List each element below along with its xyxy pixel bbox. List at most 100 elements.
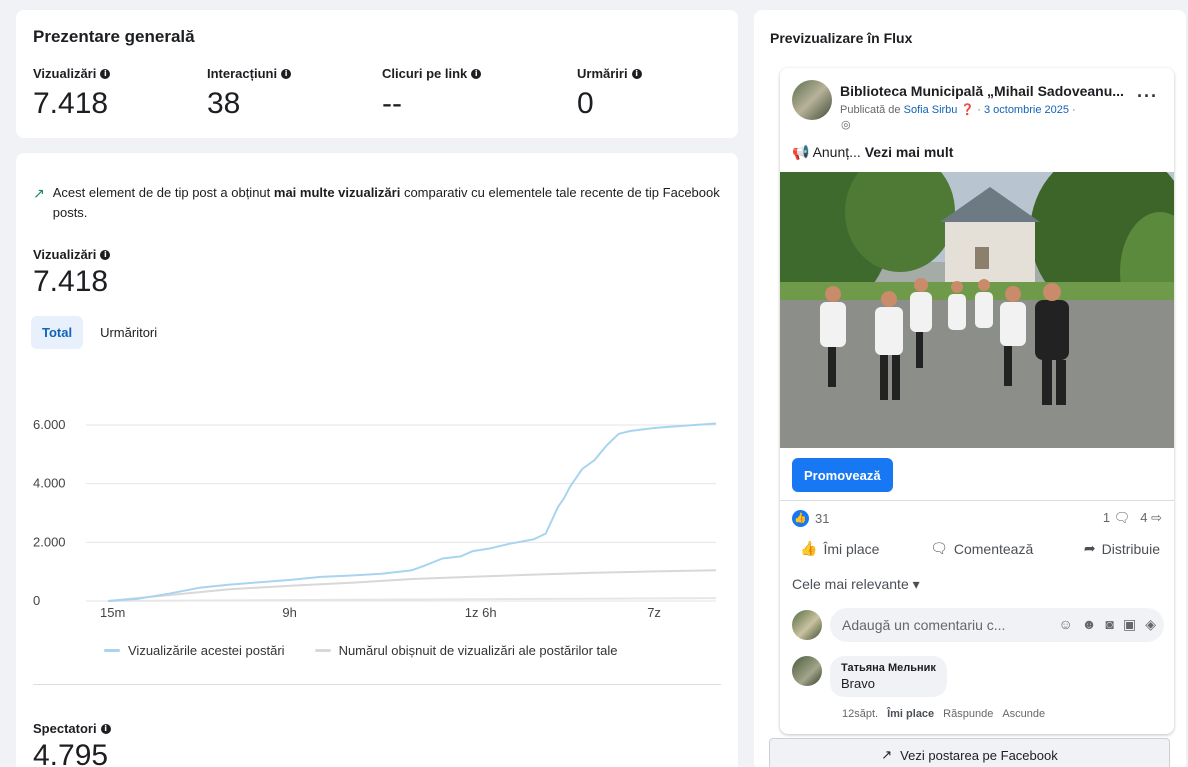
comment-placeholder: Adaugă un comentariu c... xyxy=(842,617,1006,633)
external-link-icon: ↗ xyxy=(881,747,893,762)
promote-button[interactable]: Promovează xyxy=(792,458,893,492)
insight-message: ↗ Acest element de de tip post a obținut… xyxy=(33,183,723,223)
insight-text-pre: Acest element de de tip post a obținut xyxy=(52,185,271,200)
views-line-chart: 0 2.000 4.000 6.000 15m 9h 1z 6h 7z xyxy=(33,417,717,620)
page-name[interactable]: Biblioteca Municipală „Mihail Sadoveanu.… xyxy=(840,83,1130,99)
spectators-value: 4.795 xyxy=(33,739,109,767)
comment-label: Comentează xyxy=(953,540,1034,557)
y-tick-label: 4.000 xyxy=(33,476,66,491)
post-date-link[interactable]: 3 octombrie 2025 xyxy=(984,104,1069,116)
share-count-icon: ⇨ xyxy=(1151,510,1162,525)
comment-tools: ☺ ☻ ◙ ▣ ◈ xyxy=(1058,616,1156,633)
commenter-name[interactable]: Татьяна Мельник xyxy=(841,662,936,674)
info-icon[interactable]: i xyxy=(281,68,292,79)
comment-action[interactable]: 🗨 Comentează xyxy=(930,540,1033,557)
x-tick-label: 9h xyxy=(282,605,296,620)
comment-meta: 12săpt. Îmi place Răspunde Ascunde xyxy=(842,708,1045,720)
comment-time[interactable]: 12săpt. xyxy=(842,708,878,720)
globe-icon: ◎ xyxy=(841,119,851,131)
overview-card: Prezentare generală Vizualizări i 7.418 I… xyxy=(16,10,738,138)
comment-count: 1 xyxy=(1102,510,1111,525)
post-divider xyxy=(780,500,1174,501)
comment-text: Bravo xyxy=(841,676,875,691)
like-action[interactable]: 👍 Îmi place xyxy=(800,540,879,557)
info-icon[interactable]: i xyxy=(631,68,642,79)
x-tick-label: 15m xyxy=(100,605,125,620)
comment-like-link[interactable]: Îmi place xyxy=(887,708,934,720)
help-icon[interactable]: ❓ xyxy=(960,104,974,116)
avatar-sticker-icon[interactable]: ☺ xyxy=(1058,616,1072,633)
legend-label: Numărul obișnuit de vizualizări ale post… xyxy=(338,643,618,658)
post-photo[interactable] xyxy=(780,172,1174,448)
emoji-icon[interactable]: ☻ xyxy=(1082,616,1097,633)
tab-total[interactable]: Total xyxy=(31,316,84,349)
comment-count-link[interactable]: 1 🗨 xyxy=(1103,510,1130,526)
metric-label: Vizualizări xyxy=(33,66,97,81)
x-tick-label: 1z 6h xyxy=(465,605,497,620)
more-options-icon[interactable]: ··· xyxy=(1137,86,1158,107)
photo-image xyxy=(780,172,1174,448)
metric-value: 0 xyxy=(577,87,594,120)
share-arrow-icon: ➦ xyxy=(1083,540,1096,556)
reactions-summary[interactable]: 👍 31 xyxy=(792,510,829,527)
views-chart-card: ↗ Acest element de de tip post a obținut… xyxy=(16,153,738,767)
comment-sort-dropdown[interactable]: Cele mai relevante ▾ xyxy=(792,576,920,593)
metric-views: Vizualizări i 7.418 xyxy=(33,66,111,121)
info-icon[interactable]: i xyxy=(100,68,111,79)
my-avatar[interactable] xyxy=(792,610,822,640)
comment-input[interactable]: Adaugă un comentariu c... ☺ ☻ ◙ ▣ ◈ xyxy=(830,608,1164,642)
views-value: 7.418 xyxy=(33,265,109,298)
publisher-link[interactable]: Sofia Sirbu xyxy=(904,104,958,116)
chart-legend: Vizualizările acestei postări Numărul ob… xyxy=(104,643,617,658)
info-icon[interactable]: i xyxy=(100,249,111,260)
legend-label: Vizualizările acestei postări xyxy=(128,643,285,658)
reaction-count: 31 xyxy=(815,511,830,526)
y-tick-label: 2.000 xyxy=(33,534,66,549)
comment-reply-link[interactable]: Răspunde xyxy=(943,708,993,720)
y-tick-label: 0 xyxy=(33,593,40,608)
share-count-link[interactable]: 4 ⇨ xyxy=(1140,510,1162,526)
audience-tabs: Total Urmăritori xyxy=(31,316,168,349)
metric-value: -- xyxy=(382,87,402,120)
overview-title: Prezentare generală xyxy=(33,27,195,46)
legend-swatch xyxy=(314,649,331,652)
metric-label: Urmăriri xyxy=(577,66,628,81)
series-line xyxy=(107,569,717,602)
info-icon[interactable]: i xyxy=(100,723,111,734)
comment-composer: Adaugă un comentariu c... ☺ ☻ ◙ ▣ ◈ xyxy=(792,608,1164,644)
page-avatar[interactable] xyxy=(792,80,832,120)
see-more-link[interactable]: Vezi mai mult xyxy=(865,144,954,160)
megaphone-icon: 📢 xyxy=(792,144,810,160)
preview-title: Previzualizare în Flux xyxy=(770,30,913,46)
thumbs-up-icon: 👍 xyxy=(800,540,818,556)
metric-label: Clicuri pe link xyxy=(382,66,468,81)
metric-value: 7.418 xyxy=(33,87,109,120)
share-count: 4 xyxy=(1140,510,1148,525)
tab-followers[interactable]: Urmăritori xyxy=(89,316,168,349)
comment-bubble: Татьяна Мельник Bravo xyxy=(830,656,947,697)
gif-icon[interactable]: ▣ xyxy=(1123,616,1136,633)
camera-icon[interactable]: ◙ xyxy=(1106,616,1114,633)
comment-hide-link[interactable]: Ascunde xyxy=(1002,708,1045,720)
like-reaction-icon: 👍 xyxy=(792,510,809,527)
comment-sort-label: Cele mai relevante xyxy=(792,576,909,592)
sticker-icon[interactable]: ◈ xyxy=(1145,616,1156,633)
published-by-prefix: Publicată de xyxy=(840,104,901,116)
feed-preview-card: Previzualizare în Flux Biblioteca Munici… xyxy=(754,10,1186,767)
info-icon[interactable]: i xyxy=(471,68,482,79)
post-header: Biblioteca Municipală „Mihail Sadoveanu.… xyxy=(792,80,1162,140)
legend-item[interactable]: Numărul obișnuit de vizualizări ale post… xyxy=(314,643,618,658)
post-actions: 👍 Îmi place 🗨 Comentează ➦ Distribuie xyxy=(800,540,1160,557)
section-divider xyxy=(33,684,721,685)
views-label: Vizualizări i xyxy=(33,247,111,262)
x-tick-label: 7z xyxy=(647,605,661,620)
post-preview: Biblioteca Municipală „Mihail Sadoveanu.… xyxy=(780,68,1174,734)
post-text-content: Anunț... xyxy=(812,144,861,160)
engagement-counts: 1 🗨 4 ⇨ xyxy=(1103,510,1162,526)
commenter-avatar[interactable] xyxy=(792,656,822,686)
views-label-text: Vizualizări xyxy=(33,247,97,262)
legend-item[interactable]: Vizualizările acestei postări xyxy=(104,643,285,658)
speech-bubble-icon: 🗨 xyxy=(930,540,948,556)
share-action[interactable]: ➦ Distribuie xyxy=(1084,540,1160,557)
view-on-facebook-button[interactable]: ↗ Vezi postarea pe Facebook xyxy=(769,738,1170,767)
